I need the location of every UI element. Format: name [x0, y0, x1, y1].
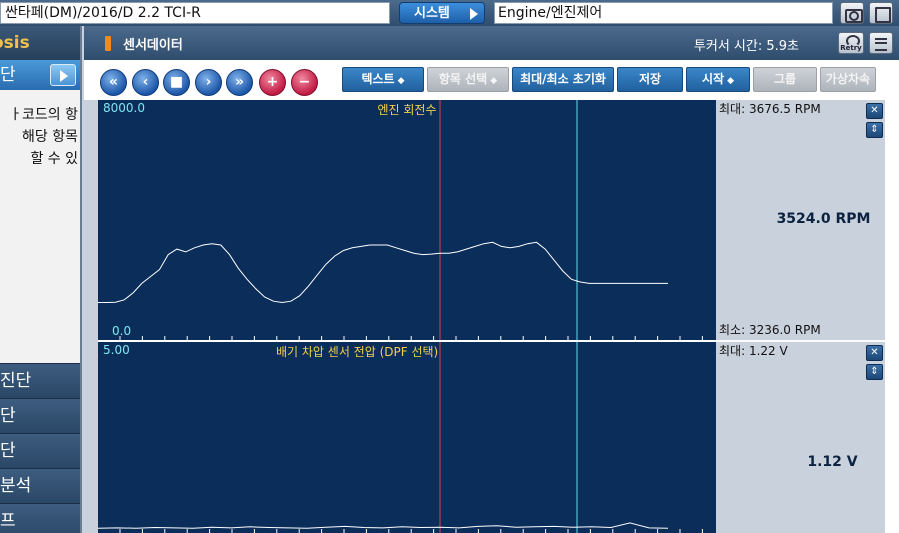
sidebar-item-4[interactable]: 분석 — [0, 468, 80, 503]
rpm-series-line — [98, 241, 668, 304]
updown-icon[interactable]: ⇕ — [866, 122, 883, 138]
toolbar: « ‹ ■ › » + − 텍스트 ◆ 항목 선택 ◆ 최대/최소 초기화 저장 시… — [84, 60, 899, 100]
updown-icon: ◆ — [490, 76, 498, 86]
text-view-label: 텍스트 — [361, 72, 395, 86]
top-bar: 싼타페(DM)/2016/D 2.2 TCI-R 시스템 Engine/엔진제어 — [0, 0, 899, 26]
sidebar-item-active[interactable]: 단 — [0, 60, 80, 90]
virtual-speed-button[interactable]: 가상차속 — [820, 67, 876, 92]
sidebar-item-5[interactable]: 프 — [0, 503, 80, 533]
save-button[interactable]: 저장 — [617, 67, 683, 92]
rpm-chart[interactable]: 8000.0 엔진 회전수 0.0 — [98, 100, 716, 340]
close-icon[interactable]: ✕ — [866, 103, 883, 119]
step-forward-button[interactable]: › — [195, 69, 222, 96]
dpf-stats-panel: 최대: 1.22 V 1.12 V ✕ ⇕ — [716, 342, 885, 533]
panel-header: 센서데이터 투커서 시간: 5.9초 Retry — [84, 26, 899, 60]
trigger-time: 투커서 시간: 5.9초 — [693, 39, 799, 54]
step-forward-icon: › — [205, 74, 212, 90]
system-button-label: 시스템 — [414, 6, 450, 21]
rpm-chart-title: 엔진 회전수 — [377, 103, 437, 117]
item-select-button[interactable]: 항목 선택 ◆ — [427, 67, 509, 92]
vehicle-field[interactable]: 싼타페(DM)/2016/D 2.2 TCI-R — [0, 2, 390, 24]
rpm-min-value: 최소: 3236.0 RPM — [719, 323, 821, 337]
right-gutter — [885, 100, 899, 533]
reset-minmax-button[interactable]: 최대/최소 초기화 — [512, 67, 614, 92]
rpm-stats-panel: 최대: 3676.5 RPM 3524.0 RPM 최소: 3236.0 RPM… — [716, 100, 885, 340]
dpf-chart[interactable]: 5.00 배기 차압 센서 전압 (DPF 선택) — [98, 342, 716, 533]
dpf-chart-svg — [98, 342, 703, 533]
panel-title: 센서데이터 — [123, 38, 183, 53]
step-back-icon: ‹ — [142, 74, 149, 90]
menu-icon[interactable] — [869, 32, 893, 54]
section-marker — [105, 36, 111, 51]
rpm-chart-svg — [98, 100, 703, 340]
stop-button[interactable]: ■ — [163, 69, 190, 96]
zoom-in-button[interactable]: + — [259, 69, 286, 96]
rewind-fast-icon: « — [108, 74, 119, 90]
updown-icon: ◆ — [727, 76, 734, 86]
sidebar-title: osis — [0, 26, 80, 60]
app-window: 싼타페(DM)/2016/D 2.2 TCI-R 시스템 Engine/엔진제어… — [0, 0, 899, 533]
sidebar-item-label: 단 — [0, 65, 16, 85]
system-field[interactable]: Engine/엔진제어 — [494, 2, 833, 24]
layout-icon[interactable] — [869, 2, 893, 24]
reset-minmax-label: 최대/최소 초기화 — [520, 72, 606, 86]
step-back-button[interactable]: ‹ — [132, 69, 159, 96]
minus-icon: − — [298, 74, 311, 90]
updown-icon[interactable]: ⇕ — [866, 364, 883, 380]
text-view-button[interactable]: 텍스트 ◆ — [342, 67, 424, 92]
rpm-current-value: 3524.0 RPM — [776, 211, 871, 227]
updown-icon: ◆ — [397, 76, 405, 86]
sidebar-item-3[interactable]: 단 — [0, 433, 80, 468]
item-select-label: 항목 선택 — [438, 72, 488, 86]
rpm-y-min-label: 0.0 — [112, 324, 132, 338]
dpf-max-value: 최대: 1.22 V — [719, 344, 788, 358]
system-button[interactable]: 시스템 — [399, 2, 485, 24]
graph-button[interactable]: 그룹 — [753, 67, 817, 92]
graph-label: 그룹 — [773, 72, 797, 86]
rpm-max-value: 최대: 3676.5 RPM — [719, 102, 821, 116]
camera-icon[interactable] — [840, 2, 864, 24]
plus-icon: + — [266, 74, 279, 90]
arrow-right-icon[interactable] — [50, 64, 76, 86]
virtual-speed-label: 가상차속 — [825, 72, 871, 86]
dpf-y-max-label: 5.00 — [103, 343, 130, 357]
forward-fast-icon: » — [234, 74, 245, 90]
stop-icon: ■ — [169, 74, 184, 90]
start-label: 시작 — [701, 72, 725, 86]
close-icon[interactable]: ✕ — [866, 345, 883, 361]
arrow-right-icon — [470, 8, 478, 20]
save-label: 저장 — [638, 72, 662, 86]
retry-icon[interactable]: Retry — [838, 32, 864, 54]
zoom-out-button[interactable]: − — [291, 69, 318, 96]
sidebar-description: ㅏ코드의 항 해당 항목 할 수 있 — [9, 107, 78, 167]
sidebar-item-2[interactable]: 단 — [0, 398, 80, 433]
dpf-current-value: 1.12 V — [807, 454, 858, 470]
dpf-series-line — [98, 522, 669, 529]
sidebar-item-1[interactable]: 진단 — [0, 363, 80, 398]
rewind-fast-button[interactable]: « — [100, 69, 127, 96]
sidebar: osis 단 ㅏ코드의 항 해당 항목 할 수 있 진단 단 단 분석 프 — [0, 26, 82, 533]
forward-fast-button[interactable]: » — [226, 69, 253, 96]
start-button[interactable]: 시작 ◆ — [686, 67, 750, 92]
